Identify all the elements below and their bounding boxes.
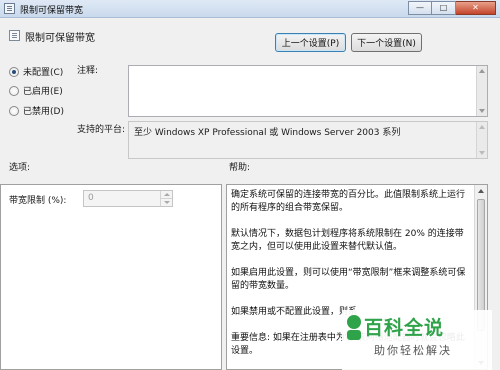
spin-down-icon[interactable]: [161, 198, 172, 206]
watermark-subtitle: 助你轻松解决: [374, 344, 452, 357]
radio-label: 已启用(E): [23, 87, 63, 97]
radio-label: 已禁用(D): [23, 107, 64, 117]
supported-platform-value: 至少 Windows XP Professional 或 Windows Ser…: [134, 128, 401, 138]
help-paragraph: 确定系统可保留的连接带宽的百分比。此值限制系统上运行的所有程序的组合带宽保留。: [231, 190, 466, 213]
help-section-label: 帮助:: [229, 163, 251, 173]
watermark: 百科全说 助你轻松解决: [342, 310, 492, 370]
comment-scrollbar[interactable]: [476, 66, 487, 116]
maximize-button[interactable]: □: [432, 1, 456, 15]
supported-platform-box: 至少 Windows XP Professional 或 Windows Ser…: [128, 121, 488, 159]
bandwidth-limit-spinner[interactable]: 0: [83, 190, 173, 207]
radio-label: 未配置(C): [23, 68, 64, 78]
title-bar: 限制可保留带宽 — □ ✕: [0, 0, 500, 18]
spin-up-icon[interactable]: [161, 191, 172, 198]
options-pane: 带宽限制 (%): 0: [0, 184, 222, 370]
next-setting-button[interactable]: 下一个设置(N): [351, 33, 422, 52]
radio-button[interactable]: [9, 105, 19, 116]
supported-platform-label: 支持的平台:: [77, 125, 126, 135]
dialog-body: 限制可保留带宽 上一个设置(P) 下一个设置(N) 未配置(C) 已启用(E) …: [0, 18, 500, 370]
help-paragraph: 如果启用此设置，则可以使用“带宽限制”框来调整系统可保留的带宽数量。: [231, 268, 466, 291]
previous-setting-button[interactable]: 上一个设置(P): [275, 33, 346, 52]
close-button[interactable]: ✕: [456, 1, 496, 15]
radio-button[interactable]: [9, 85, 19, 96]
window-controls: — □ ✕: [408, 1, 496, 15]
comment-textarea[interactable]: [128, 65, 488, 117]
bandwidth-limit-label: 带宽限制 (%):: [9, 196, 67, 206]
radio-not-configured[interactable]: 未配置(C): [9, 65, 63, 78]
radio-disabled[interactable]: 已禁用(D): [9, 104, 64, 117]
scroll-up-icon[interactable]: [478, 189, 484, 193]
comment-label: 注释:: [77, 66, 99, 76]
radio-enabled[interactable]: 已启用(E): [9, 84, 63, 97]
help-paragraph: 默认情况下，数据包计划程序将系统限制在 20% 的连接带宽之内，但可以使用此设置…: [231, 229, 464, 252]
watermark-title: 百科全说: [364, 317, 445, 339]
bandwidth-limit-row: 带宽限制 (%): 0: [9, 190, 173, 207]
policy-icon: [4, 3, 15, 14]
radio-button-selected[interactable]: [9, 66, 19, 77]
platform-scrollbar[interactable]: [476, 122, 487, 158]
setting-title: 限制可保留带宽: [25, 33, 95, 44]
bandwidth-limit-value[interactable]: 0: [84, 191, 160, 206]
setting-icon: [9, 30, 20, 41]
window-title: 限制可保留带宽: [20, 6, 84, 16]
options-section-label: 选项:: [9, 163, 31, 173]
minimize-button[interactable]: —: [408, 1, 432, 15]
